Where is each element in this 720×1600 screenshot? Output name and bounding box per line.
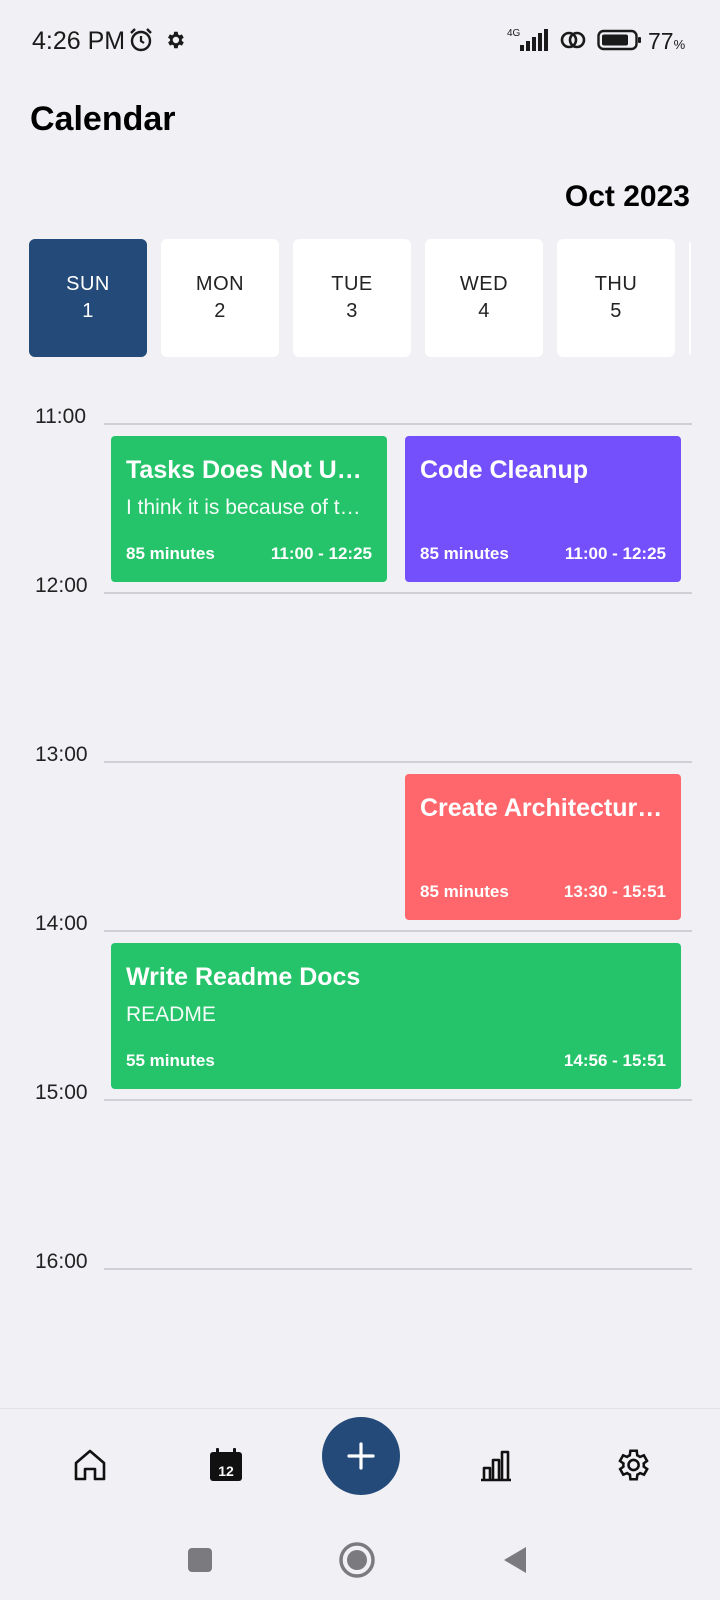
hour-label: 11:00	[35, 405, 86, 428]
event-duration: 55 minutes	[126, 1051, 215, 1070]
hour-label: 12:00	[35, 574, 88, 597]
system-nav	[0, 1520, 720, 1600]
month-label[interactable]: Oct 2023	[565, 180, 690, 214]
day-name: TUE	[331, 273, 373, 295]
hour-line	[104, 930, 692, 932]
day-name: WED	[459, 273, 509, 295]
event-duration: 85 minutes	[420, 882, 509, 901]
battery-icon	[596, 26, 644, 54]
page-title: Calendar	[30, 100, 176, 138]
event-time-range: 11:00 - 12:25	[270, 544, 372, 563]
add-icon	[347, 1442, 375, 1470]
hour-label: 14:00	[35, 912, 88, 935]
hour-line	[104, 1268, 692, 1270]
event-title: Tasks Does Not Update	[126, 456, 372, 484]
hour-line	[104, 592, 692, 594]
day-date: 4	[478, 300, 490, 322]
calendar-icon-number: 12	[218, 1463, 234, 1479]
status-bar: 4:26 PM 4G 77%	[0, 0, 720, 80]
hour-line	[104, 423, 692, 425]
settings-icon[interactable]	[610, 1443, 654, 1487]
event-time-range: 13:30 - 15:51	[563, 882, 666, 901]
event-card[interactable]: Code Cleanup 85 minutes 11:00 - 12:25	[405, 436, 681, 582]
hour-line	[104, 761, 692, 763]
event-title: Write Readme Docs	[126, 963, 361, 991]
event-duration: 85 minutes	[126, 544, 215, 563]
day-name: MON	[195, 273, 245, 295]
add-event-button[interactable]	[322, 1417, 400, 1495]
hour-label: 16:00	[35, 1250, 88, 1273]
recents-icon[interactable]	[180, 1540, 220, 1580]
status-time: 4:26 PM	[32, 27, 126, 55]
event-description: I think it is because of the sync	[126, 496, 372, 519]
hour-line	[104, 1099, 692, 1101]
day-card-sun[interactable]: SUN 1	[29, 239, 147, 357]
bottom-nav: 12	[0, 1408, 720, 1520]
event-card[interactable]: Write Readme Docs README 55 minutes 14:5…	[111, 943, 681, 1089]
gear-icon	[163, 26, 187, 54]
alarm-icon	[127, 26, 155, 54]
event-time-range: 11:00 - 12:25	[564, 544, 666, 563]
event-title: Code Cleanup	[420, 456, 589, 484]
day-card-mon[interactable]: MON 2	[161, 239, 279, 357]
hour-label: 15:00	[35, 1081, 88, 1104]
signal-icon: 4G	[506, 26, 552, 54]
event-card[interactable]: Create Architecture Diagram 85 minutes 1…	[405, 774, 681, 920]
event-description: README	[126, 1003, 216, 1026]
day-date: 1	[82, 300, 94, 322]
day-selector[interactable]: SUN 1 MON 2 TUE 3 WED 4 THU 5	[29, 239, 691, 357]
day-name: THU	[594, 273, 638, 295]
battery-percent: 77%	[648, 28, 686, 54]
hour-label: 13:00	[35, 743, 88, 766]
hotspot-icon	[558, 26, 588, 54]
day-name: SUN	[66, 273, 110, 295]
day-card-thu[interactable]: THU 5	[557, 239, 675, 357]
day-card-partial[interactable]	[689, 239, 691, 357]
event-card[interactable]: Tasks Does Not Update I think it is beca…	[111, 436, 387, 582]
day-card-wed[interactable]: WED 4	[425, 239, 543, 357]
event-title: Create Architecture Diagram	[420, 794, 666, 822]
event-duration: 85 minutes	[420, 544, 509, 563]
svg-text:4G: 4G	[507, 28, 521, 39]
day-date: 3	[346, 300, 358, 322]
day-card-tue[interactable]: TUE 3	[293, 239, 411, 357]
day-date: 2	[214, 300, 226, 322]
event-time-range: 14:56 - 15:51	[563, 1051, 666, 1070]
calendar-icon[interactable]: 12	[204, 1443, 248, 1487]
day-date: 5	[610, 300, 622, 322]
home-icon[interactable]	[68, 1443, 112, 1487]
back-icon[interactable]	[495, 1540, 535, 1580]
home-circle-icon[interactable]	[337, 1540, 377, 1580]
stats-icon[interactable]	[474, 1443, 518, 1487]
